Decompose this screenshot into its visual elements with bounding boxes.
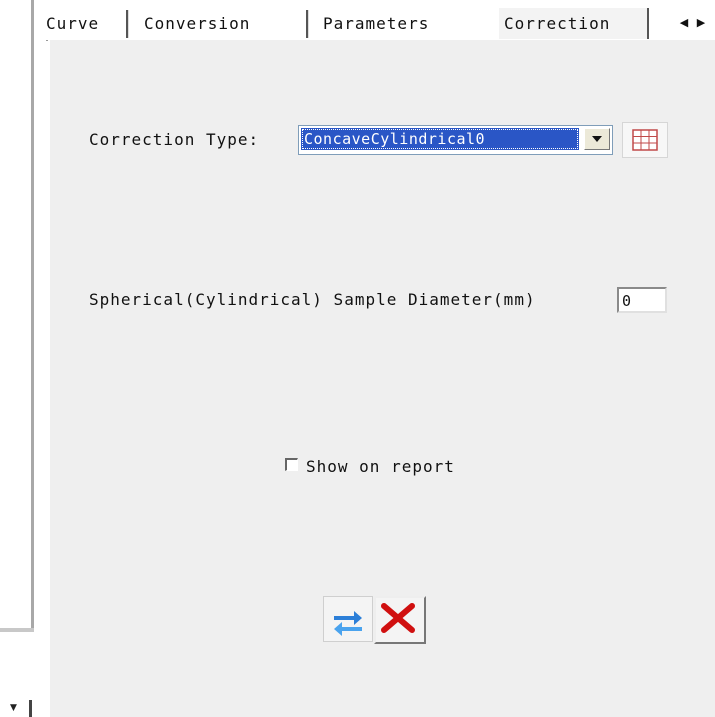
correction-type-label: Correction Type: — [89, 130, 260, 149]
sample-diameter-input[interactable]: 0 — [617, 287, 667, 313]
tab-strip: Curve Conversion Parameters Correction ◀… — [46, 8, 715, 41]
tab-conversion[interactable]: Conversion — [144, 11, 250, 37]
small-scroll-arrow-icon[interactable]: ▼ — [10, 703, 17, 713]
splitter-notch — [0, 628, 34, 632]
tab-parameters[interactable]: Parameters — [323, 11, 429, 37]
tab-correction[interactable]: Correction — [504, 11, 610, 37]
show-on-report-label: Show on report — [306, 457, 455, 476]
chevron-down-icon — [592, 136, 602, 142]
left-pane-border — [29, 700, 32, 717]
tab-separator — [306, 10, 309, 38]
left-pane-edge — [0, 0, 34, 717]
correction-type-select[interactable]: ConcaveCylindrical0 — [298, 125, 613, 155]
tab-scroll-right-icon[interactable]: ▶ — [694, 14, 708, 32]
grid-icon — [632, 129, 658, 151]
show-on-report-checkbox[interactable] — [285, 458, 298, 471]
sample-diameter-label: Spherical(Cylindrical) Sample Diameter(m… — [89, 290, 536, 309]
dropdown-button[interactable] — [584, 128, 610, 150]
tab-curve[interactable]: Curve — [46, 11, 99, 37]
splitter-bar[interactable] — [31, 0, 34, 628]
tab-scroll-left-icon[interactable]: ◀ — [677, 14, 691, 32]
cancel-button[interactable] — [374, 596, 426, 644]
table-grid-button[interactable] — [622, 122, 668, 158]
correction-type-value: ConcaveCylindrical0 — [301, 128, 579, 150]
apply-button[interactable] — [323, 596, 373, 642]
close-icon — [381, 603, 415, 633]
tab-separator — [126, 10, 129, 38]
refresh-icon — [334, 611, 362, 636]
